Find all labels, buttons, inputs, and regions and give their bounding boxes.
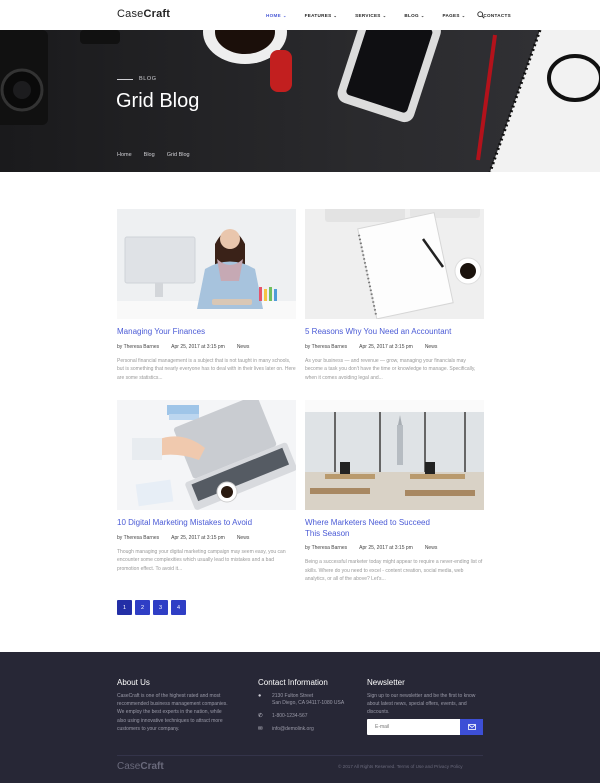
breadcrumb-blog[interactable]: Blog: [144, 152, 155, 158]
page-hero: BLOG Grid Blog Home Blog Grid Blog: [0, 30, 600, 172]
post-excerpt: As your business — and revenue — grow, m…: [305, 357, 476, 381]
post-excerpt: Personal financial management is a subje…: [117, 357, 296, 381]
contact-phone[interactable]: ✆ 1-800-1234-567: [258, 713, 308, 720]
footer-divider: [117, 755, 483, 756]
post-thumbnail[interactable]: [117, 209, 296, 319]
hero-label-text: BLOG: [139, 76, 157, 82]
nav-item-features[interactable]: FEATURES ⌄: [305, 13, 337, 18]
chevron-down-icon: ⌄: [461, 12, 466, 18]
post-meta: by Theresa Barnes Apr 25, 2017 at 3:15 p…: [305, 344, 484, 350]
post-author[interactable]: by Theresa Barnes: [305, 344, 347, 350]
nav-label: HOME: [266, 12, 281, 18]
nav-item-blog[interactable]: BLOG ⌄: [404, 13, 424, 18]
page-button-4[interactable]: 4: [171, 600, 186, 615]
site-header: CaseCraft HOME ⌄ FEATURES ⌄ SERVICES ⌄ BLOG…: [0, 0, 600, 30]
post-date: Apr 25, 2017 at 3:15 pm: [171, 534, 225, 541]
post-thumbnail[interactable]: [305, 209, 484, 319]
nav-label: CONTACTS: [483, 12, 511, 18]
blog-post-card: 10 Digital Marketing Mistakes to Avoid b…: [117, 400, 296, 573]
post-excerpt: Though managing your digital marketing c…: [117, 548, 286, 572]
post-author[interactable]: by Theresa Barnes: [305, 545, 347, 551]
blog-post-card: 5 Reasons Why You Need an Accountant by …: [305, 209, 484, 382]
post-author[interactable]: by Theresa Barnes: [117, 535, 159, 541]
post-meta: by Theresa Barnes Apr 25, 2017 at 3:15 p…: [305, 545, 484, 551]
address-line-2: San Diego, CA 94117-1080 USA: [272, 700, 345, 706]
newsletter-submit-button[interactable]: [460, 719, 483, 735]
phone-icon: ✆: [258, 713, 263, 719]
hero-section-label: BLOG: [117, 76, 157, 82]
search-icon[interactable]: [477, 11, 485, 19]
post-title[interactable]: 10 Digital Marketing Mistakes to Avoid: [117, 518, 296, 529]
post-date: Apr 25, 2017 at 3:15 pm: [359, 343, 413, 350]
newsletter-email-input[interactable]: E-mail: [367, 719, 460, 735]
nav-label: SERVICES: [355, 12, 381, 18]
address-line-1: 2130 Fulton Street: [272, 693, 314, 699]
nav-item-contacts[interactable]: CONTACTS: [483, 13, 511, 18]
contact-address: ● 2130 Fulton Street San Diego, CA 94117…: [258, 693, 344, 707]
post-author[interactable]: by Theresa Barnes: [117, 344, 159, 350]
nav-label: BLOG: [404, 12, 419, 18]
post-excerpt: Being a successful marketer today might …: [305, 559, 483, 582]
chevron-down-icon: ⌄: [333, 12, 338, 18]
breadcrumb-home[interactable]: Home: [117, 152, 132, 158]
hero-label-divider: [117, 78, 133, 80]
logo-text-case: Case: [117, 8, 144, 20]
page-button-2[interactable]: 2: [135, 600, 150, 615]
post-title[interactable]: Where Marketers Need to Succeed This Sea…: [305, 518, 484, 539]
post-date: Apr 25, 2017 at 3:15 pm: [171, 343, 225, 350]
page-title: Grid Blog: [116, 90, 200, 112]
nav-item-pages[interactable]: PAGES ⌄: [442, 13, 465, 18]
nav-label: PAGES: [442, 12, 460, 18]
post-category[interactable]: News: [425, 344, 438, 350]
main-nav: HOME ⌄ FEATURES ⌄ SERVICES ⌄ BLOG ⌄ PAGES ⌄ C…: [266, 0, 529, 30]
hero-background-image: [0, 30, 600, 172]
logo-text-craft: Craft: [140, 761, 164, 772]
footer-newsletter-text: Sign up to our newsletter and be the fir…: [367, 693, 476, 716]
chevron-down-icon: ⌄: [420, 12, 425, 18]
post-title-line: This Season: [305, 528, 350, 538]
post-category[interactable]: News: [425, 545, 438, 551]
footer-contact-title: Contact Information: [258, 678, 328, 687]
breadcrumb-current: Grid Blog: [166, 152, 190, 158]
site-logo[interactable]: CaseCraft: [117, 8, 170, 20]
nav-item-services[interactable]: SERVICES ⌄: [355, 13, 386, 18]
phone-number: 1-800-1234-567: [272, 713, 308, 719]
footer-about-text: CaseCraft is one of the highest rated an…: [117, 693, 228, 732]
logo-text-craft: Craft: [143, 8, 171, 20]
email-address: info@demolink.org: [272, 726, 314, 732]
post-thumbnail[interactable]: [117, 400, 296, 510]
chevron-down-icon: ⌄: [282, 12, 287, 18]
post-image-office-interior: [305, 400, 484, 510]
nav-label: FEATURES: [304, 12, 332, 18]
blog-post-card: Where Marketers Need to Succeed This Sea…: [305, 400, 484, 584]
footer-about-title: About Us: [117, 678, 150, 687]
post-date: Apr 25, 2017 at 3:15 pm: [359, 545, 413, 551]
post-image-woman-at-desk: [117, 209, 296, 319]
post-image-laptop-typing: [117, 400, 296, 510]
logo-text-case: Case: [117, 761, 141, 772]
mail-icon: [467, 724, 476, 730]
chevron-down-icon: ⌄: [382, 12, 387, 18]
pagination: 1 2 3 4: [117, 600, 189, 615]
page-button-3[interactable]: 3: [153, 600, 168, 615]
breadcrumb: Home Blog Grid Blog: [117, 152, 202, 158]
post-category[interactable]: News: [237, 535, 250, 541]
post-title[interactable]: Managing Your Finances: [117, 327, 296, 338]
location-pin-icon: ●: [258, 693, 262, 699]
post-thumbnail[interactable]: [305, 400, 484, 510]
post-image-notebook-and-pen: [305, 209, 484, 319]
contact-email[interactable]: ✉ info@demolink.org: [258, 726, 314, 733]
nav-item-home[interactable]: HOME ⌄: [266, 13, 287, 18]
footer-logo[interactable]: CaseCraft: [117, 761, 164, 772]
mail-icon: ✉: [258, 726, 263, 732]
footer-newsletter-title: Newsletter: [367, 678, 405, 687]
post-category[interactable]: News: [237, 344, 250, 350]
page-button-1[interactable]: 1: [117, 600, 132, 615]
blog-post-card: Managing Your Finances by Theresa Barnes…: [117, 209, 296, 382]
post-title[interactable]: 5 Reasons Why You Need an Accountant: [305, 327, 484, 338]
post-meta: by Theresa Barnes Apr 25, 2017 at 3:15 p…: [117, 535, 296, 541]
footer-copyright: © 2017 All Rights Reserved. Terms of Use…: [338, 764, 463, 769]
post-title-line: Where Marketers Need to Succeed: [305, 518, 430, 527]
post-meta: by Theresa Barnes Apr 25, 2017 at 3:15 p…: [117, 344, 296, 350]
